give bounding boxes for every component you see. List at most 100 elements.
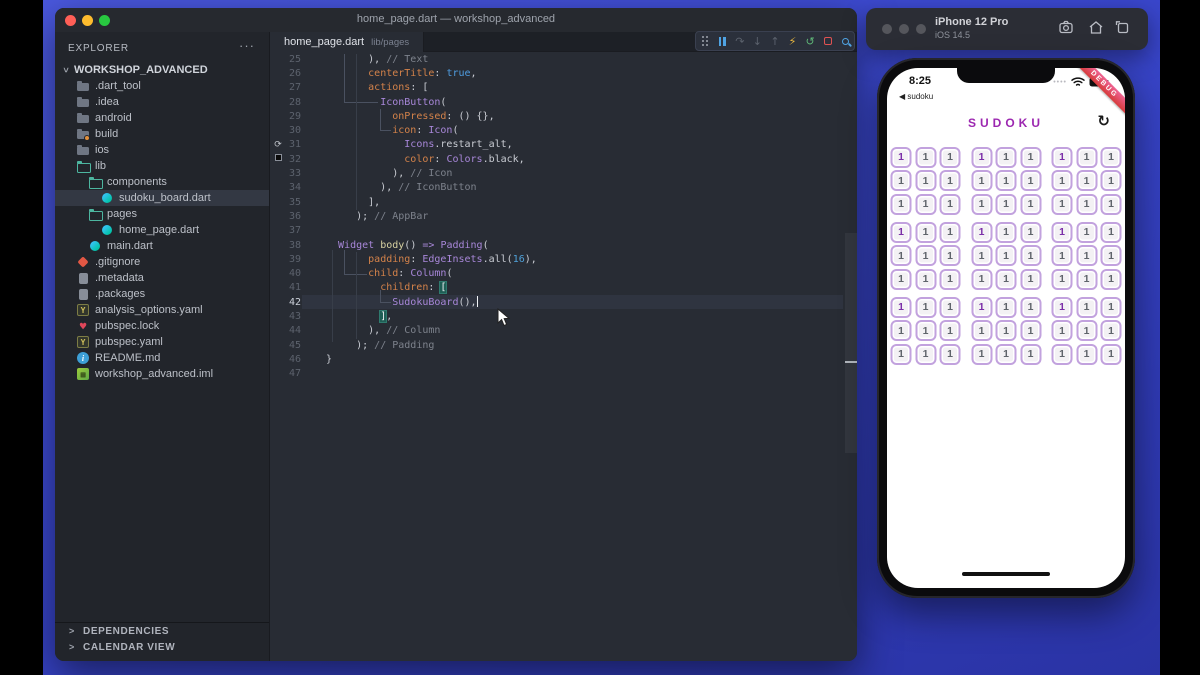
sudoku-cell[interactable]: 1 — [971, 268, 992, 290]
sudoku-cell[interactable]: 1 — [1020, 170, 1041, 191]
sudoku-cell[interactable]: 1 — [915, 296, 936, 318]
sudoku-cell[interactable]: 1 — [1051, 268, 1073, 290]
sidebar-item--packages[interactable]: .packages — [55, 286, 269, 302]
scrollbar[interactable] — [845, 233, 857, 453]
sudoku-cell[interactable]: 1 — [890, 268, 912, 290]
code-line[interactable]: 29 onPressed: () {}, — [270, 109, 857, 123]
sudoku-cell[interactable]: 1 — [1100, 146, 1122, 168]
code-line[interactable]: 44 ), // Column — [270, 324, 857, 338]
sudoku-cell[interactable]: 1 — [890, 320, 912, 341]
sudoku-cell[interactable]: 1 — [1076, 170, 1097, 191]
step-into-icon[interactable]: ↓ — [751, 35, 764, 48]
sudoku-cell[interactable]: 1 — [1100, 170, 1122, 191]
sudoku-cell[interactable]: 1 — [939, 268, 961, 290]
section-calendar-view[interactable]: > CALENDAR VIEW — [55, 639, 269, 655]
window-titlebar[interactable]: home_page.dart — workshop_advanced — [55, 8, 857, 32]
code-line[interactable]: 37 — [270, 224, 857, 238]
code-line[interactable]: 27 actions: [ — [270, 81, 857, 95]
sudoku-cell[interactable]: 1 — [890, 193, 912, 215]
sidebar-item-readme-md[interactable]: i README.md — [55, 350, 269, 366]
code-line[interactable]: 41 children: [ — [270, 281, 857, 295]
sudoku-cell[interactable]: 1 — [1076, 221, 1097, 243]
code-line[interactable]: 30 icon: Icon( — [270, 123, 857, 137]
sim-minimize-button[interactable] — [899, 24, 909, 34]
section-dependencies[interactable]: > DEPENDENCIES — [55, 623, 269, 639]
step-out-icon[interactable]: ↑ — [768, 35, 781, 48]
sudoku-cell[interactable]: 1 — [1100, 193, 1122, 215]
code-line[interactable]: 36 ); // AppBar — [270, 209, 857, 223]
sudoku-cell[interactable]: 1 — [971, 221, 992, 243]
sudoku-cell[interactable]: 1 — [1076, 245, 1097, 266]
code-line[interactable]: 33 ), // Icon — [270, 166, 857, 180]
sudoku-cell[interactable]: 1 — [971, 170, 992, 191]
sidebar-item-components[interactable]: components — [55, 174, 269, 190]
sudoku-cell[interactable]: 1 — [1020, 146, 1041, 168]
sudoku-cell[interactable]: 1 — [939, 343, 961, 365]
sudoku-cell[interactable]: 1 — [1051, 170, 1073, 191]
sudoku-cell[interactable]: 1 — [1076, 343, 1097, 365]
sim-close-button[interactable] — [882, 24, 892, 34]
code-line[interactable]: 43 ], — [270, 309, 857, 323]
code-line[interactable]: 42 SudokuBoard(), — [270, 295, 857, 310]
sudoku-cell[interactable]: 1 — [995, 268, 1017, 290]
code-line[interactable]: 32 color: Colors.black, — [270, 152, 857, 166]
inspector-icon[interactable] — [839, 35, 852, 48]
sidebar-item-lib[interactable]: lib — [55, 158, 269, 174]
sudoku-cell[interactable]: 1 — [995, 146, 1017, 168]
sidebar-item-workshop-advanced-iml[interactable]: ▦ workshop_advanced.iml — [55, 366, 269, 382]
explorer-more-actions-button[interactable]: ··· — [239, 38, 255, 53]
step-over-icon[interactable]: ↷ — [733, 35, 746, 48]
restart-icon[interactable]: ↺ — [804, 35, 817, 48]
sidebar-item--metadata[interactable]: .metadata — [55, 270, 269, 286]
sudoku-cell[interactable]: 1 — [915, 193, 936, 215]
sudoku-cell[interactable]: 1 — [1020, 221, 1041, 243]
sidebar-item--gitignore[interactable]: .gitignore — [55, 254, 269, 270]
sudoku-cell[interactable]: 1 — [1051, 343, 1073, 365]
code-line[interactable]: 26 centerTitle: true, — [270, 66, 857, 80]
sudoku-cell[interactable]: 1 — [995, 296, 1017, 318]
sim-zoom-button[interactable] — [916, 24, 926, 34]
sudoku-cell[interactable]: 1 — [939, 193, 961, 215]
sidebar-item-sudoku-board-dart[interactable]: sudoku_board.dart — [55, 190, 269, 206]
code-line[interactable]: 47 — [270, 367, 857, 381]
sudoku-cell[interactable]: 1 — [890, 146, 912, 168]
status-bar-back-label[interactable]: ◀ sudoku — [899, 92, 933, 101]
sudoku-cell[interactable]: 1 — [1020, 320, 1041, 341]
sidebar-item-pages[interactable]: pages — [55, 206, 269, 222]
code-line[interactable]: 39 padding: EdgeInsets.all(16), — [270, 252, 857, 266]
sudoku-cell[interactable]: 1 — [1051, 296, 1073, 318]
sudoku-cell[interactable]: 1 — [1051, 320, 1073, 341]
sidebar-item-build[interactable]: build — [55, 126, 269, 142]
sudoku-cell[interactable]: 1 — [1020, 343, 1041, 365]
code-line[interactable]: 28 IconButton( — [270, 95, 857, 109]
code-line[interactable]: 46} — [270, 352, 857, 366]
sudoku-cell[interactable]: 1 — [1076, 268, 1097, 290]
screenshot-icon[interactable] — [1059, 20, 1076, 40]
sudoku-cell[interactable]: 1 — [1100, 343, 1122, 365]
sudoku-cell[interactable]: 1 — [915, 146, 936, 168]
sidebar-item-pubspec-lock[interactable]: ♥ pubspec.lock — [55, 318, 269, 334]
code-line[interactable]: ⟳ 31 Icons.restart_alt, — [270, 138, 857, 152]
sudoku-cell[interactable]: 1 — [1020, 245, 1041, 266]
sudoku-cell[interactable]: 1 — [1076, 296, 1097, 318]
pause-icon[interactable] — [716, 35, 729, 48]
sudoku-cell[interactable]: 1 — [971, 146, 992, 168]
sudoku-cell[interactable]: 1 — [1051, 146, 1073, 168]
sudoku-cell[interactable]: 1 — [971, 245, 992, 266]
sudoku-cell[interactable]: 1 — [939, 245, 961, 266]
sudoku-cell[interactable]: 1 — [890, 170, 912, 191]
home-icon[interactable] — [1088, 20, 1104, 40]
sudoku-cell[interactable]: 1 — [939, 296, 961, 318]
sudoku-cell[interactable]: 1 — [939, 170, 961, 191]
sudoku-cell[interactable]: 1 — [1100, 296, 1122, 318]
sudoku-cell[interactable]: 1 — [915, 343, 936, 365]
sudoku-cell[interactable]: 1 — [995, 221, 1017, 243]
sidebar-item--idea[interactable]: .idea — [55, 94, 269, 110]
sidebar-item-ios[interactable]: ios — [55, 142, 269, 158]
sudoku-cell[interactable]: 1 — [890, 296, 912, 318]
sudoku-cell[interactable]: 1 — [1100, 245, 1122, 266]
sudoku-cell[interactable]: 1 — [915, 268, 936, 290]
code-editor[interactable]: 25 ), // Text 26 centerTitle: true, 27 act… — [270, 52, 857, 661]
sudoku-cell[interactable]: 1 — [915, 245, 936, 266]
sudoku-cell[interactable]: 1 — [890, 245, 912, 266]
